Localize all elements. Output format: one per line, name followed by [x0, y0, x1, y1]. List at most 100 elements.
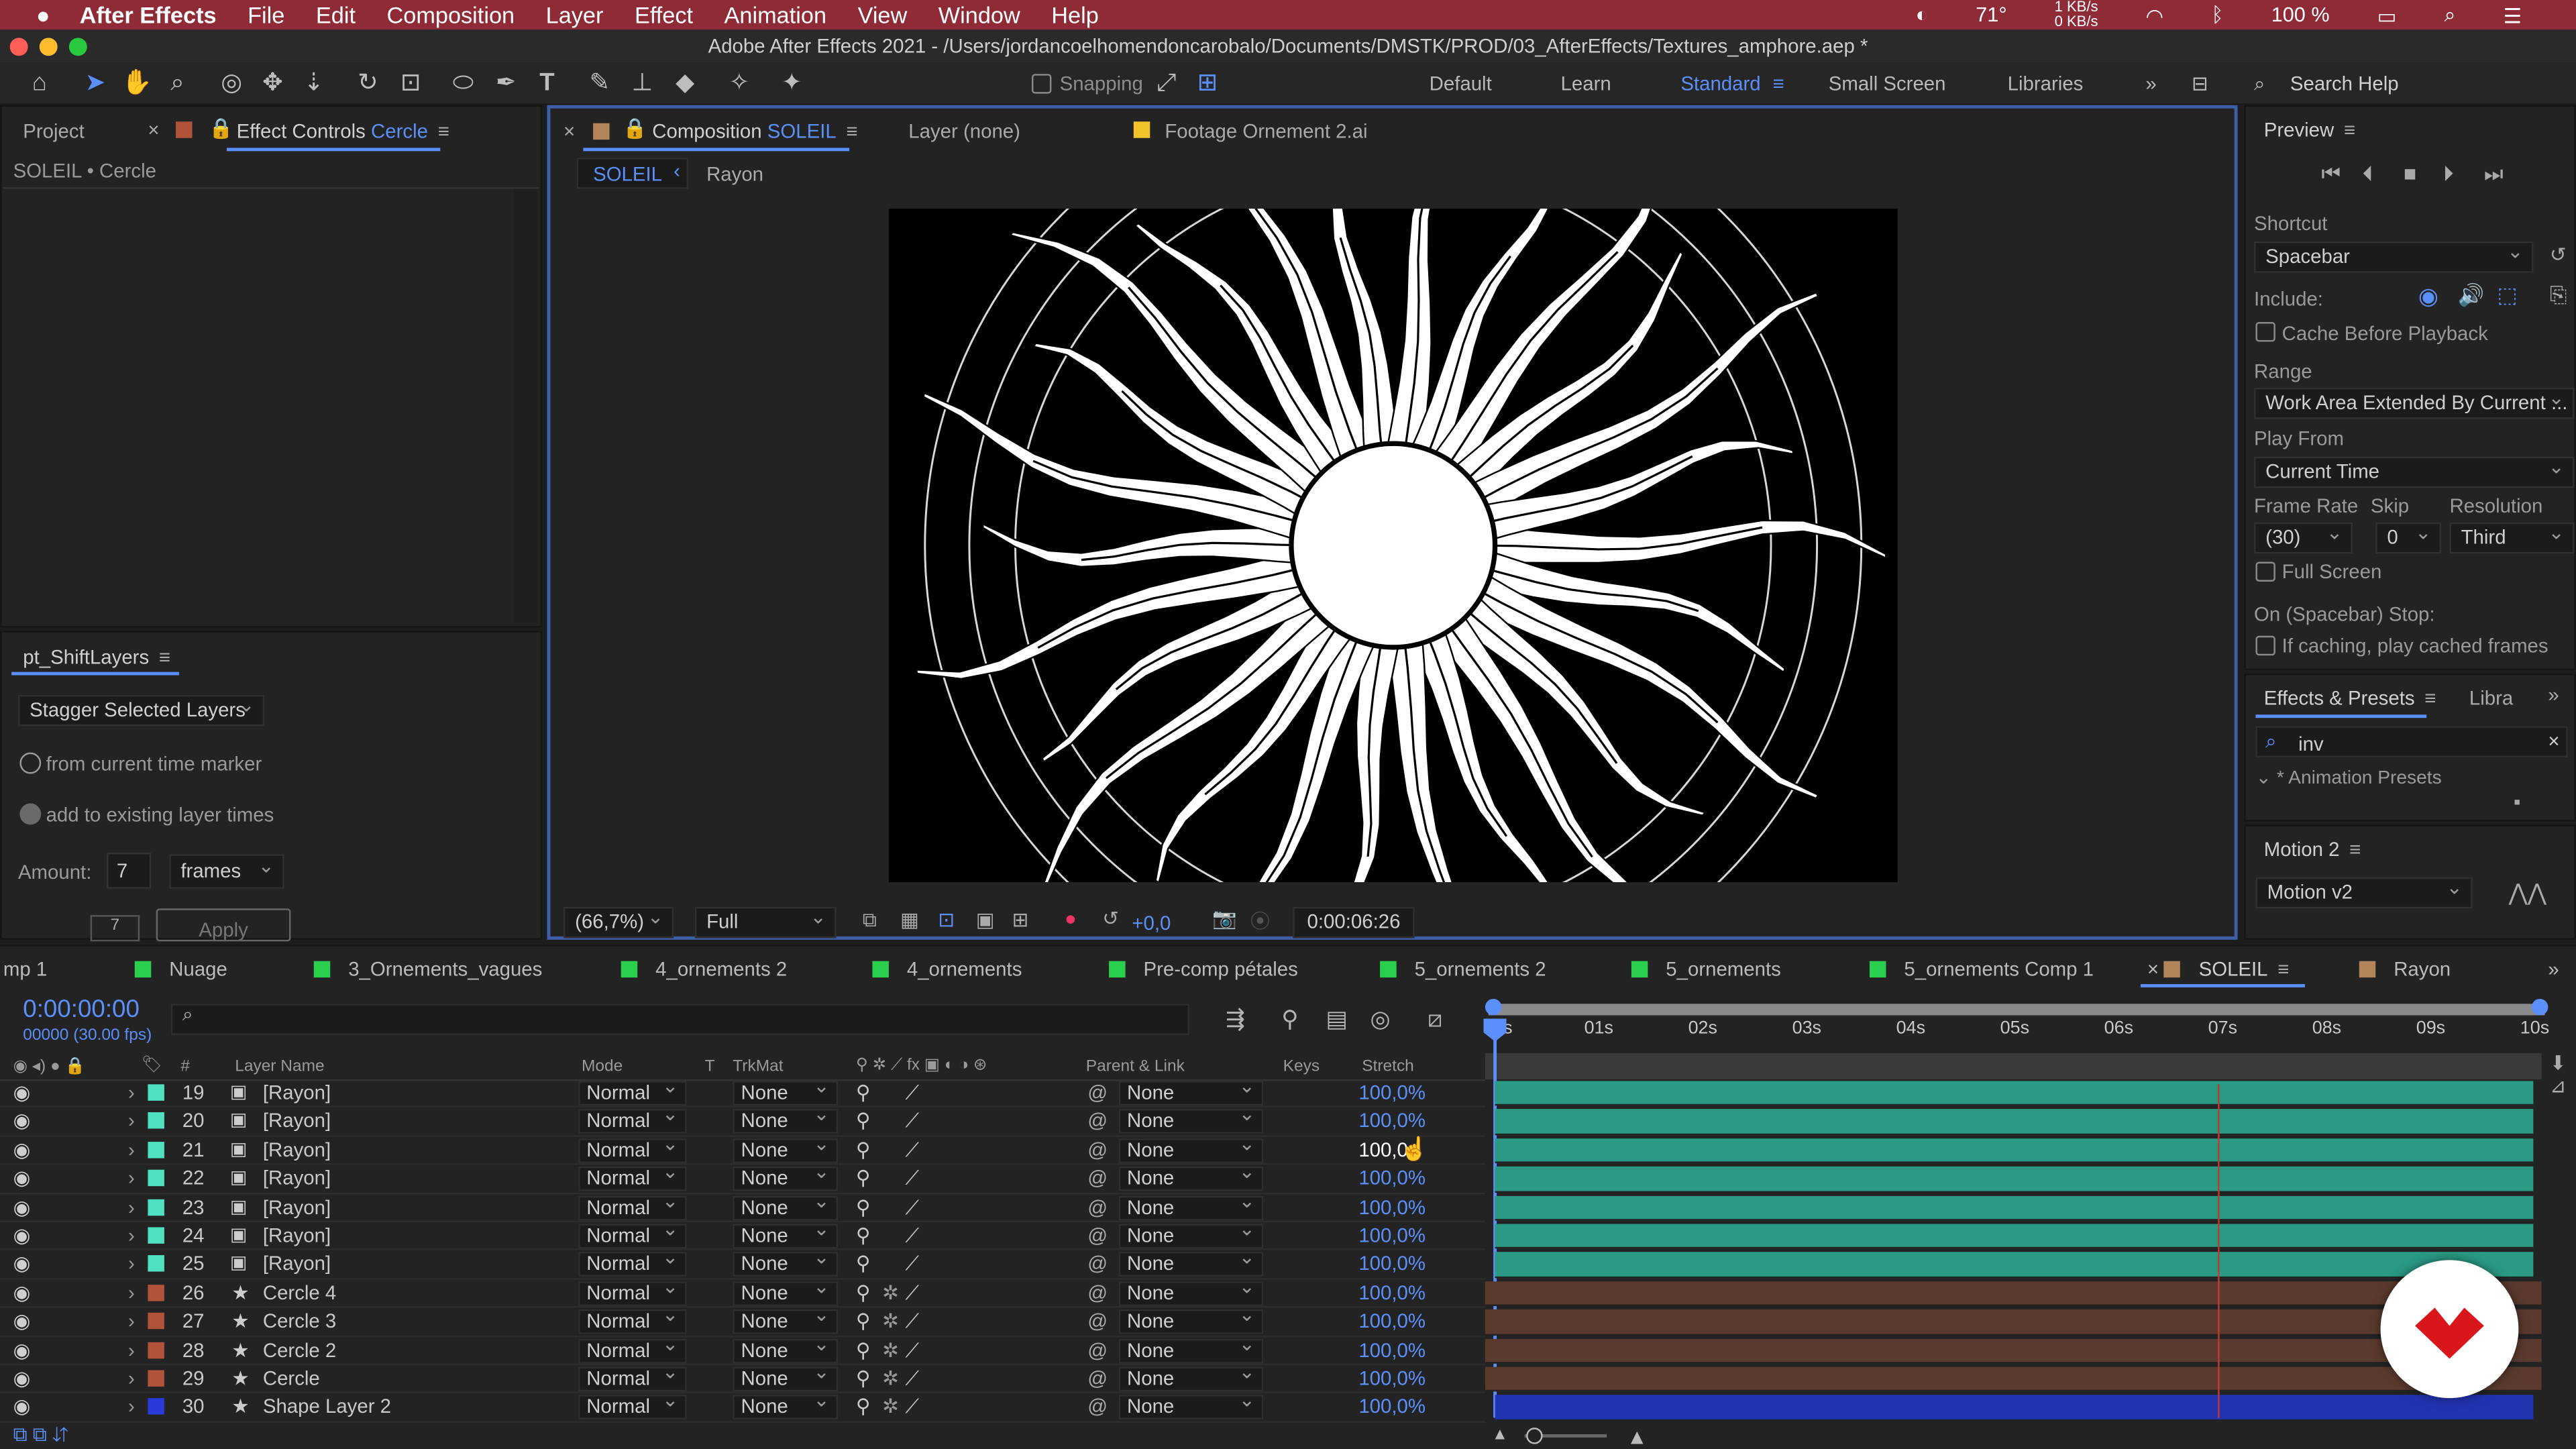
play-from-select[interactable]: Current Time — [2254, 453, 2575, 488]
layer-name[interactable]: [Rayon] — [263, 1081, 331, 1104]
resolution-select[interactable]: Full — [694, 904, 837, 938]
side-scroll-icons[interactable]: ⬇ ⊿ — [2550, 1051, 2567, 1097]
visibility-eye-icon[interactable]: ◉ — [13, 1338, 31, 1361]
pick-whip-icon[interactable]: @ — [1087, 1110, 1108, 1132]
layer-name[interactable]: Cercle 3 — [263, 1309, 336, 1332]
label-color[interactable] — [148, 1112, 164, 1130]
zoom-slider-handle[interactable] — [1526, 1428, 1543, 1444]
clear-search-icon[interactable]: × — [2548, 729, 2559, 752]
layer-duration-bar[interactable] — [1495, 1224, 2534, 1250]
skip-select[interactable]: 0 — [2375, 519, 2442, 554]
label-header-icon[interactable]: 🏷 — [142, 1057, 162, 1075]
quality-switch-icon[interactable]: ⟋ — [905, 1395, 919, 1420]
menu-help[interactable]: Help — [1051, 1, 1099, 28]
label-color[interactable] — [148, 1370, 164, 1387]
layer-duration-bar[interactable] — [1495, 1110, 2534, 1135]
shy-switch-icon[interactable]: ⚲ — [856, 1110, 871, 1132]
shortcut-select[interactable]: Spacebar — [2254, 238, 2534, 273]
layer-row[interactable]: ◉ › 23 ▣ [Rayon] Normal None ⚲ ⟋ @ None 100,0% — [0, 1191, 1485, 1223]
time-navigator[interactable] — [1485, 1053, 2542, 1079]
quality-switch-icon[interactable]: ⟋ — [905, 1281, 919, 1306]
shy-switch-icon[interactable]: ⚲ — [856, 1195, 871, 1218]
timeline-tab-8[interactable]: 5_ornements Comp 1 — [1869, 958, 2094, 981]
motion-version-select[interactable]: Motion v2 — [2255, 874, 2473, 909]
temperature-icon[interactable]: ◐ — [1916, 3, 1929, 26]
menu-app-name[interactable]: After Effects — [80, 1, 217, 28]
stretch-value[interactable]: 100,0% — [1358, 1367, 1426, 1390]
layer-row[interactable]: ◉ › 28 ★ Cercle 2 Normal None ⚲ ✲ ⟋ @ None 100,0% — [0, 1334, 1485, 1366]
visibility-header-icon[interactable]: ◉ ◂) ● 🔒 — [13, 1058, 86, 1076]
blend-mode-select[interactable]: Normal — [578, 1362, 687, 1392]
tab-project[interactable]: Project — [23, 120, 84, 143]
tab-footage[interactable]: Footage Ornement 2.ai — [1165, 120, 1367, 143]
layer-name[interactable]: Cercle 2 — [263, 1338, 336, 1361]
track-matte-select[interactable]: None — [733, 1162, 838, 1191]
blend-mode-select[interactable]: Normal — [578, 1248, 687, 1277]
menu-effect[interactable]: Effect — [635, 1, 693, 28]
hand-tool-icon[interactable]: ✋ — [121, 69, 152, 99]
tab-menu-icon[interactable] — [2268, 958, 2290, 981]
layer-duration-bar[interactable] — [1495, 1167, 2534, 1192]
menu-composition[interactable]: Composition — [387, 1, 515, 28]
parent-select[interactable]: None — [1118, 1076, 1264, 1106]
previous-frame-icon[interactable]: ⏴ — [2363, 161, 2373, 187]
roto-brush-icon[interactable]: ✧ — [724, 69, 754, 99]
scrollbar[interactable] — [514, 189, 537, 623]
expand-arrow-icon[interactable]: › — [128, 1309, 135, 1332]
menu-file[interactable]: File — [248, 1, 284, 28]
menu-window[interactable]: Window — [938, 1, 1020, 28]
rotate-tool-icon[interactable]: ↻ — [354, 69, 383, 99]
more-tabs-icon[interactable]: » — [2548, 958, 2559, 981]
visibility-eye-icon[interactable]: ◉ — [13, 1395, 31, 1418]
pick-whip-icon[interactable]: @ — [1087, 1167, 1108, 1189]
timeline-tab-9[interactable]: × SOLEIL — [2141, 958, 2305, 987]
tab-layer[interactable]: Layer (none) — [908, 120, 1020, 143]
track-matte-select[interactable]: None — [733, 1133, 838, 1163]
snapshot-icon[interactable]: 📷 — [1212, 907, 1237, 930]
transparency-grid-icon[interactable]: ▦ — [900, 908, 919, 931]
workspace-standard[interactable]: Standard — [1680, 72, 1760, 95]
pick-whip-icon[interactable]: @ — [1087, 1252, 1108, 1275]
quality-switch-icon[interactable]: ⟋ — [905, 1081, 919, 1106]
expand-arrow-icon[interactable]: › — [128, 1138, 135, 1161]
magnification-select[interactable]: (66,7%) — [564, 904, 674, 938]
selection-tool-icon[interactable]: ➤ — [80, 69, 110, 99]
label-color[interactable] — [148, 1284, 164, 1301]
region-of-interest-icon[interactable]: ▣ — [976, 908, 995, 931]
shy-switch-icon[interactable]: ⚲ — [856, 1395, 871, 1418]
composition-mini-flowchart-icon[interactable]: ⇶ — [1226, 1006, 1245, 1034]
label-color[interactable] — [148, 1084, 164, 1101]
menu-layer[interactable]: Layer — [546, 1, 604, 28]
layer-row[interactable]: ◉ › 20 ▣ [Rayon] Normal None ⚲ ⟋ @ None 100,0% — [0, 1105, 1485, 1137]
layer-name[interactable]: [Rayon] — [263, 1167, 331, 1189]
include-overlays-icon[interactable]: ⬚ — [2497, 282, 2517, 309]
timeline-tab-1[interactable]: Nuage — [134, 958, 227, 981]
home-icon[interactable]: ⌂ — [25, 69, 54, 99]
channel-icon[interactable]: ● — [1065, 907, 1077, 930]
next-frame-icon[interactable]: ⏵ — [2443, 161, 2454, 187]
pick-whip-icon[interactable]: @ — [1087, 1195, 1108, 1218]
expand-arrow-icon[interactable]: › — [128, 1195, 135, 1218]
layer-duration-bar[interactable] — [1495, 1195, 2534, 1221]
collapse-switch-icon[interactable]: ✲ — [882, 1367, 899, 1390]
menu-view[interactable]: View — [858, 1, 908, 28]
more-panels-icon[interactable]: » — [2548, 684, 2559, 706]
stretch-value[interactable]: 100,0% — [1358, 1224, 1426, 1247]
brush-tool-icon[interactable]: ✎ — [585, 69, 614, 99]
close-tab-icon[interactable]: × — [2147, 958, 2164, 981]
visibility-eye-icon[interactable]: ◉ — [13, 1252, 31, 1275]
motion-blur-icon[interactable]: ◎ — [1370, 1006, 1390, 1034]
collapse-switch-icon[interactable]: ✲ — [882, 1338, 899, 1361]
parent-select[interactable]: None — [1118, 1219, 1264, 1249]
snap-icon[interactable]: ⊞ — [1193, 69, 1222, 99]
close-window-button[interactable] — [9, 38, 28, 56]
work-area-bar[interactable] — [1488, 1004, 2545, 1016]
resolution-select-preview[interactable]: Third — [2449, 519, 2575, 554]
stretch-value[interactable]: 100,0% — [1358, 1309, 1426, 1332]
collapse-switch-icon[interactable]: ✲ — [882, 1395, 899, 1418]
pick-whip-icon[interactable]: @ — [1087, 1309, 1108, 1332]
external-preview-icon[interactable]: ⎘ — [2550, 282, 2567, 309]
layer-row[interactable]: ◉ › 30 ★ Shape Layer 2 Normal None ⚲ ✲ ⟋ @ None 100,… — [0, 1391, 1485, 1423]
mask-visibility-icon[interactable]: ⊡ — [938, 908, 955, 931]
pick-whip-icon[interactable]: @ — [1087, 1081, 1108, 1104]
